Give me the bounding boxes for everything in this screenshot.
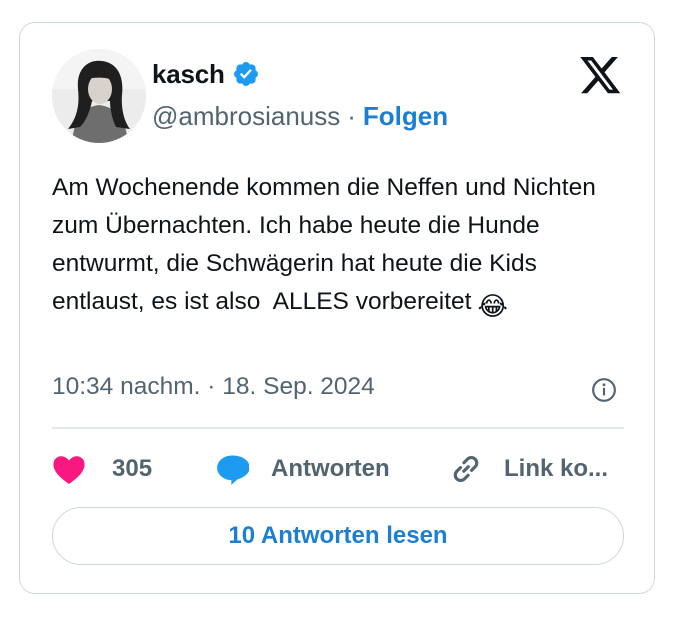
- follow-button[interactable]: Folgen: [363, 101, 448, 132]
- divider: [52, 427, 624, 429]
- tweet-text: Am Wochenende kommen die Neffen und Nich…: [52, 169, 612, 321]
- separator-dot: ·: [347, 100, 356, 131]
- x-logo-icon[interactable]: [580, 57, 622, 95]
- tweet-timestamp[interactable]: 10:34 nachm. · 18. Sep. 2024: [52, 373, 375, 401]
- tweet-card: kasch @ambrosianuss · Folgen Am Wochenen…: [19, 22, 655, 594]
- copy-link-button[interactable]: Link ko...: [448, 449, 608, 489]
- reply-button[interactable]: Antworten: [215, 449, 390, 489]
- action-bar: 305 Antworten Link ko...: [52, 449, 632, 489]
- avatar[interactable]: [52, 49, 146, 143]
- like-count: 305: [112, 455, 153, 482]
- author-handle-row: @ambrosianuss · Folgen: [152, 99, 448, 133]
- heart-icon: [53, 456, 85, 485]
- info-icon[interactable]: [591, 377, 617, 403]
- tweet-body: Am Wochenende kommen die Neffen und Nich…: [52, 174, 603, 315]
- tears-of-joy-emoji: 😂: [477, 291, 508, 321]
- verified-badge-icon: [233, 62, 258, 86]
- read-replies-button[interactable]: 10 Antworten lesen: [52, 507, 624, 565]
- reply-label: Antworten: [271, 455, 390, 482]
- author-name-row: kasch: [152, 57, 260, 91]
- copy-link-label: Link ko...: [504, 455, 609, 482]
- like-button[interactable]: 305: [52, 449, 152, 489]
- reply-bubble-icon: [217, 455, 249, 485]
- author-display-name[interactable]: kasch: [152, 59, 225, 90]
- author-handle[interactable]: @ambrosianuss: [152, 101, 340, 132]
- link-icon: [453, 455, 479, 483]
